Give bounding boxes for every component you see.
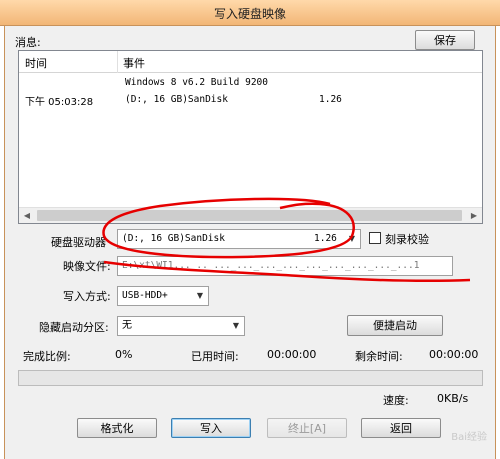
back-button[interactable]: 返回 [361, 418, 441, 438]
write-button[interactable]: 写入 [171, 418, 251, 438]
scroll-left-icon[interactable]: ◀ [19, 208, 35, 223]
drive-version: 1.26 [314, 233, 337, 244]
remaining-label: 剩余时间: [355, 350, 403, 363]
progress-bar [18, 370, 483, 386]
column-time[interactable]: 时间 [25, 55, 47, 71]
scroll-thumb[interactable] [37, 210, 462, 221]
watermark-logo: Bai经验 [451, 432, 487, 443]
list-item-version: 1.26 [319, 94, 342, 105]
hidden-partition-select[interactable]: 无 ▼ [117, 316, 245, 336]
list-header: 时间 事件 [19, 51, 482, 73]
image-file-path: E:\xt\WI1..._.._..._..._..._..._..._..._… [122, 260, 420, 271]
elapsed-label: 已用时间: [191, 350, 239, 363]
write-mode-value: USB-HDD+ [122, 290, 168, 301]
stop-button[interactable]: 终止[A] [267, 418, 347, 438]
verify-label: 刻录校验 [385, 233, 429, 246]
list-item-os: Windows 8 v6.2 Build 9200 [125, 77, 268, 88]
dialog-body: 消息: 保存 时间 事件 Windows 8 v6.2 Build 9200 下… [4, 26, 496, 459]
complete-value: 0% [115, 348, 133, 361]
list-item-time: 下午 05:03:28 [25, 97, 94, 108]
drive-select[interactable]: (D:, 16 GB)SanDisk 1.26 ▼ [117, 229, 361, 249]
verify-checkbox[interactable] [369, 232, 381, 244]
scroll-right-icon[interactable]: ▶ [466, 208, 482, 223]
write-mode-select[interactable]: USB-HDD+ ▼ [117, 286, 209, 306]
column-separator [117, 51, 118, 73]
title-bar: 写入硬盘映像 [0, 0, 500, 26]
speed-value: 0KB/s [437, 392, 469, 405]
write-mode-label: 写入方式: [63, 290, 111, 303]
horizontal-scrollbar[interactable]: ◀ ▶ [19, 207, 482, 223]
remaining-value: 00:00:00 [429, 348, 479, 361]
complete-label: 完成比例: [23, 350, 71, 363]
column-event[interactable]: 事件 [123, 55, 145, 71]
messages-label: 消息: [15, 36, 41, 49]
elapsed-value: 00:00:00 [267, 348, 317, 361]
drive-label: 硬盘驱动器 [51, 236, 106, 249]
chevron-down-icon: ▼ [232, 321, 240, 330]
easy-boot-button[interactable]: 便捷启动 [347, 315, 443, 336]
window-title: 写入硬盘映像 [213, 7, 286, 21]
save-button[interactable]: 保存 [415, 30, 475, 50]
format-button[interactable]: 格式化 [77, 418, 157, 438]
image-file-label: 映像文件: [63, 260, 111, 273]
hidden-partition-value: 无 [122, 320, 132, 331]
speed-label: 速度: [383, 394, 409, 407]
list-item-drive: (D:, 16 GB)SanDisk [125, 94, 228, 105]
message-list[interactable]: 时间 事件 Windows 8 v6.2 Build 9200 下午 05:03… [18, 50, 483, 224]
hidden-partition-label: 隐藏启动分区: [39, 321, 109, 334]
drive-value: (D:, 16 GB)SanDisk [122, 233, 225, 244]
image-file-input[interactable]: E:\xt\WI1..._.._..._..._..._..._..._..._… [117, 256, 453, 276]
chevron-down-icon: ▼ [348, 234, 356, 243]
chevron-down-icon: ▼ [196, 291, 204, 300]
